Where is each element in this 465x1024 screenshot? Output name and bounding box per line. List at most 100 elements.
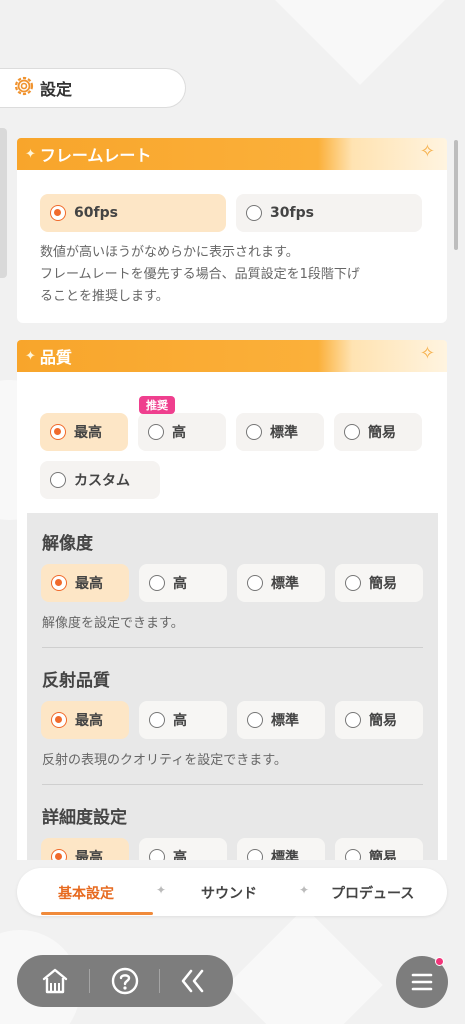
option-label: 簡易	[369, 850, 397, 860]
scrollbar[interactable]	[454, 140, 458, 250]
tab-produce[interactable]: プロデュース	[331, 883, 414, 903]
detail-setting: 詳細度設定 最高 高 標準 簡易	[27, 803, 438, 860]
settings-scroll-area[interactable]: ✦ フレームレート ✧ 60fps 30fps 数値が高いほうがなめらかに表示さ…	[0, 128, 465, 860]
option-label: 最高	[75, 850, 103, 860]
resolution-option-highest[interactable]: 最高	[41, 564, 129, 602]
radio-icon	[247, 575, 263, 591]
detail-title: 詳細度設定	[42, 808, 127, 828]
desc-line: フレームレートを優先する場合、品質設定を1段階下げ	[40, 267, 360, 282]
resolution-description: 解像度を設定できます。	[42, 616, 184, 631]
option-label: 最高	[74, 425, 102, 441]
option-label: 高	[173, 576, 187, 592]
framerate-title: フレームレート	[39, 146, 152, 165]
reflection-description: 反射の表現のクオリティを設定できます。	[42, 753, 287, 768]
radio-icon	[148, 424, 164, 440]
tab-basic-settings[interactable]: 基本設定	[58, 883, 114, 903]
home-icon[interactable]	[39, 965, 71, 997]
radio-icon	[344, 424, 360, 440]
resolution-option-high[interactable]: 高	[139, 564, 227, 602]
option-label: 簡易	[368, 425, 396, 441]
option-label: 30fps	[270, 205, 314, 221]
bottom-nav	[17, 955, 233, 1007]
option-label: 標準	[271, 713, 299, 729]
reflection-option-high[interactable]: 高	[139, 701, 227, 739]
resolution-option-standard[interactable]: 標準	[237, 564, 325, 602]
left-scroll-indicator	[0, 128, 7, 278]
framerate-header: ✦ フレームレート ✧	[17, 138, 447, 170]
radio-icon	[50, 472, 66, 488]
custom-settings-panel: 解像度 最高 高 標準 簡易 解像度を設定できます。 反射品質 最高 高 標準 …	[27, 513, 438, 860]
settings-header: 設定	[0, 68, 186, 108]
tab-sound[interactable]: サウンド	[201, 883, 257, 903]
quality-header: ✦ 品質 ✧	[17, 340, 447, 372]
active-tab-indicator	[41, 912, 153, 915]
radio-selected-icon	[50, 424, 66, 440]
quality-title: 品質	[39, 348, 72, 367]
quality-option-standard[interactable]: 標準	[236, 413, 324, 451]
page-title: 設定	[40, 80, 73, 99]
sparkle-icon: ✧	[419, 343, 435, 364]
radio-selected-icon	[51, 849, 67, 860]
notification-dot	[435, 957, 444, 966]
radio-selected-icon	[51, 575, 67, 591]
reflection-option-standard[interactable]: 標準	[237, 701, 325, 739]
quality-option-simple[interactable]: 簡易	[334, 413, 422, 451]
radio-icon	[149, 849, 165, 860]
option-label: 簡易	[369, 576, 397, 592]
radio-icon	[149, 712, 165, 728]
option-label: 最高	[75, 576, 103, 592]
radio-icon	[345, 575, 361, 591]
option-label: 最高	[75, 713, 103, 729]
framerate-description: 数値が高いほうがなめらかに表示されます。 フレームレートを優先する場合、品質設定…	[17, 242, 447, 308]
framerate-section: ✦ フレームレート ✧ 60fps 30fps 数値が高いほうがなめらかに表示さ…	[17, 138, 447, 323]
help-icon[interactable]	[109, 965, 141, 997]
detail-option-standard[interactable]: 標準	[237, 838, 325, 860]
settings-tab-bar: 基本設定 ✦ サウンド ✦ プロデュース	[17, 868, 447, 916]
option-60fps[interactable]: 60fps	[40, 194, 226, 232]
option-label: カスタム	[74, 473, 130, 489]
detail-option-highest[interactable]: 最高	[41, 838, 129, 860]
radio-icon	[149, 575, 165, 591]
reflection-setting: 反射品質 最高 高 標準 簡易 反射の表現のクオリティを設定できます。	[27, 666, 438, 768]
radio-icon	[247, 849, 263, 860]
reflection-option-simple[interactable]: 簡易	[335, 701, 423, 739]
option-label: 標準	[270, 425, 298, 441]
gear-icon	[12, 74, 36, 102]
nav-divider	[89, 969, 90, 993]
quality-option-custom[interactable]: カスタム	[40, 461, 160, 499]
option-label: 標準	[271, 850, 299, 860]
option-label: 簡易	[369, 713, 397, 729]
radio-icon	[345, 849, 361, 860]
star-icon: ✦	[25, 146, 36, 162]
radio-icon	[345, 712, 361, 728]
resolution-setting: 解像度 最高 高 標準 簡易 解像度を設定できます。	[27, 529, 438, 631]
radio-icon	[247, 712, 263, 728]
nav-divider	[159, 969, 160, 993]
option-30fps[interactable]: 30fps	[236, 194, 422, 232]
recommended-badge: 推奨	[139, 396, 175, 414]
detail-option-simple[interactable]: 簡易	[335, 838, 423, 860]
star-icon: ✦	[25, 348, 36, 364]
sparkle-icon: ✧	[419, 141, 435, 162]
radio-selected-icon	[51, 712, 67, 728]
option-label: 高	[173, 713, 187, 729]
radio-icon	[246, 205, 262, 221]
option-label: 高	[172, 425, 186, 441]
reflection-option-highest[interactable]: 最高	[41, 701, 129, 739]
desc-line: 数値が高いほうがなめらかに表示されます。	[40, 245, 299, 260]
reflection-title: 反射品質	[42, 671, 110, 691]
tab-separator-icon: ✦	[299, 883, 310, 897]
resolution-option-simple[interactable]: 簡易	[335, 564, 423, 602]
radio-icon	[246, 424, 262, 440]
quality-option-highest[interactable]: 最高	[40, 413, 128, 451]
divider	[42, 647, 423, 648]
option-label: 標準	[271, 576, 299, 592]
radio-selected-icon	[50, 205, 66, 221]
resolution-title: 解像度	[42, 534, 93, 554]
quality-option-high[interactable]: 高	[138, 413, 226, 451]
option-label: 高	[173, 850, 187, 860]
tab-separator-icon: ✦	[156, 883, 167, 897]
detail-option-high[interactable]: 高	[139, 838, 227, 860]
option-label: 60fps	[74, 205, 118, 221]
back-icon[interactable]	[177, 965, 209, 997]
